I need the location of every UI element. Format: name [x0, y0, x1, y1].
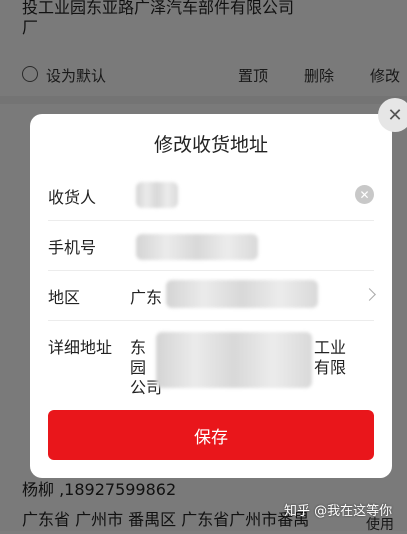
clear-icon[interactable]: ✕ [355, 185, 374, 204]
detail-address-redacted[interactable] [156, 332, 312, 388]
detail-line2-suffix: 有限 [314, 358, 347, 377]
region-value: 广东 [130, 288, 163, 307]
close-icon[interactable]: ✕ [378, 98, 407, 132]
edit-address-dialog: 修改收货地址 收货人 ✕ 手机号 地区 广东 详细地址 东 工业 园 有限 公司… [30, 114, 392, 478]
region-value-redacted [166, 280, 318, 308]
receiver-value-redacted[interactable] [136, 182, 178, 208]
detail-address-label: 详细地址 [48, 338, 113, 357]
region-label: 地区 [48, 288, 81, 307]
phone-row[interactable]: 手机号 [48, 220, 374, 271]
chevron-right-icon[interactable] [363, 288, 376, 301]
receiver-label: 收货人 [48, 188, 97, 207]
watermark: 知乎 @我在这等你 [284, 504, 393, 519]
region-row[interactable]: 地区 广东 [48, 270, 376, 321]
save-button[interactable]: 保存 [48, 410, 374, 460]
phone-label: 手机号 [48, 238, 97, 257]
phone-value-redacted[interactable] [136, 234, 258, 260]
dialog-title: 修改收货地址 [153, 134, 268, 156]
receiver-row[interactable]: 收货人 ✕ [48, 172, 374, 221]
detail-address-row[interactable]: 详细地址 东 工业 园 有限 公司 [48, 320, 374, 397]
